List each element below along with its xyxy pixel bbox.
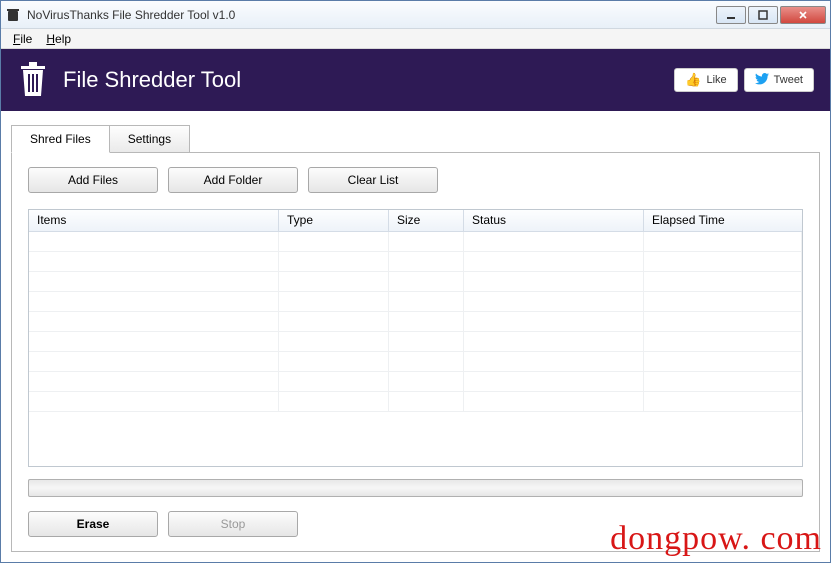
erase-button[interactable]: Erase xyxy=(28,511,158,537)
app-icon xyxy=(5,7,21,23)
table-row xyxy=(29,332,802,352)
window-title: NoVirusThanks File Shredder Tool v1.0 xyxy=(27,8,716,22)
close-button[interactable] xyxy=(780,6,826,24)
tweet-button[interactable]: Tweet xyxy=(744,68,814,92)
menubar: File Help xyxy=(1,29,830,49)
add-folder-button[interactable]: Add Folder xyxy=(168,167,298,193)
header-title: File Shredder Tool xyxy=(63,67,668,93)
column-type[interactable]: Type xyxy=(279,210,389,231)
like-label: Like xyxy=(706,74,726,86)
minimize-button[interactable] xyxy=(716,6,746,24)
header-band: File Shredder Tool 👍 Like Tweet xyxy=(1,49,830,111)
table-row xyxy=(29,252,802,272)
file-table: Items Type Size Status Elapsed Time xyxy=(28,209,803,467)
table-row xyxy=(29,372,802,392)
table-body xyxy=(29,232,802,466)
table-row xyxy=(29,312,802,332)
stop-button[interactable]: Stop xyxy=(168,511,298,537)
table-row xyxy=(29,392,802,412)
add-files-button[interactable]: Add Files xyxy=(28,167,158,193)
twitter-icon xyxy=(755,73,769,88)
column-size[interactable]: Size xyxy=(389,210,464,231)
like-button[interactable]: 👍 Like xyxy=(674,68,737,92)
tab-body: Add Files Add Folder Clear List Items Ty… xyxy=(11,153,820,552)
menu-help[interactable]: Help xyxy=(40,30,77,48)
thumbs-up-icon: 👍 xyxy=(685,72,701,88)
maximize-button[interactable] xyxy=(748,6,778,24)
table-row xyxy=(29,292,802,312)
table-row xyxy=(29,272,802,292)
column-elapsed[interactable]: Elapsed Time xyxy=(644,210,802,231)
column-status[interactable]: Status xyxy=(464,210,644,231)
clear-list-button[interactable]: Clear List xyxy=(308,167,438,193)
tab-shred-files[interactable]: Shred Files xyxy=(11,125,110,153)
progress-bar xyxy=(28,479,803,497)
tweet-label: Tweet xyxy=(774,74,803,86)
table-row xyxy=(29,232,802,252)
table-row xyxy=(29,352,802,372)
titlebar: NoVirusThanks File Shredder Tool v1.0 xyxy=(1,1,830,29)
tab-settings[interactable]: Settings xyxy=(109,125,190,152)
column-items[interactable]: Items xyxy=(29,210,279,231)
trash-icon xyxy=(17,62,49,98)
menu-file[interactable]: File xyxy=(7,30,38,48)
tabstrip: Shred Files Settings xyxy=(11,125,820,153)
